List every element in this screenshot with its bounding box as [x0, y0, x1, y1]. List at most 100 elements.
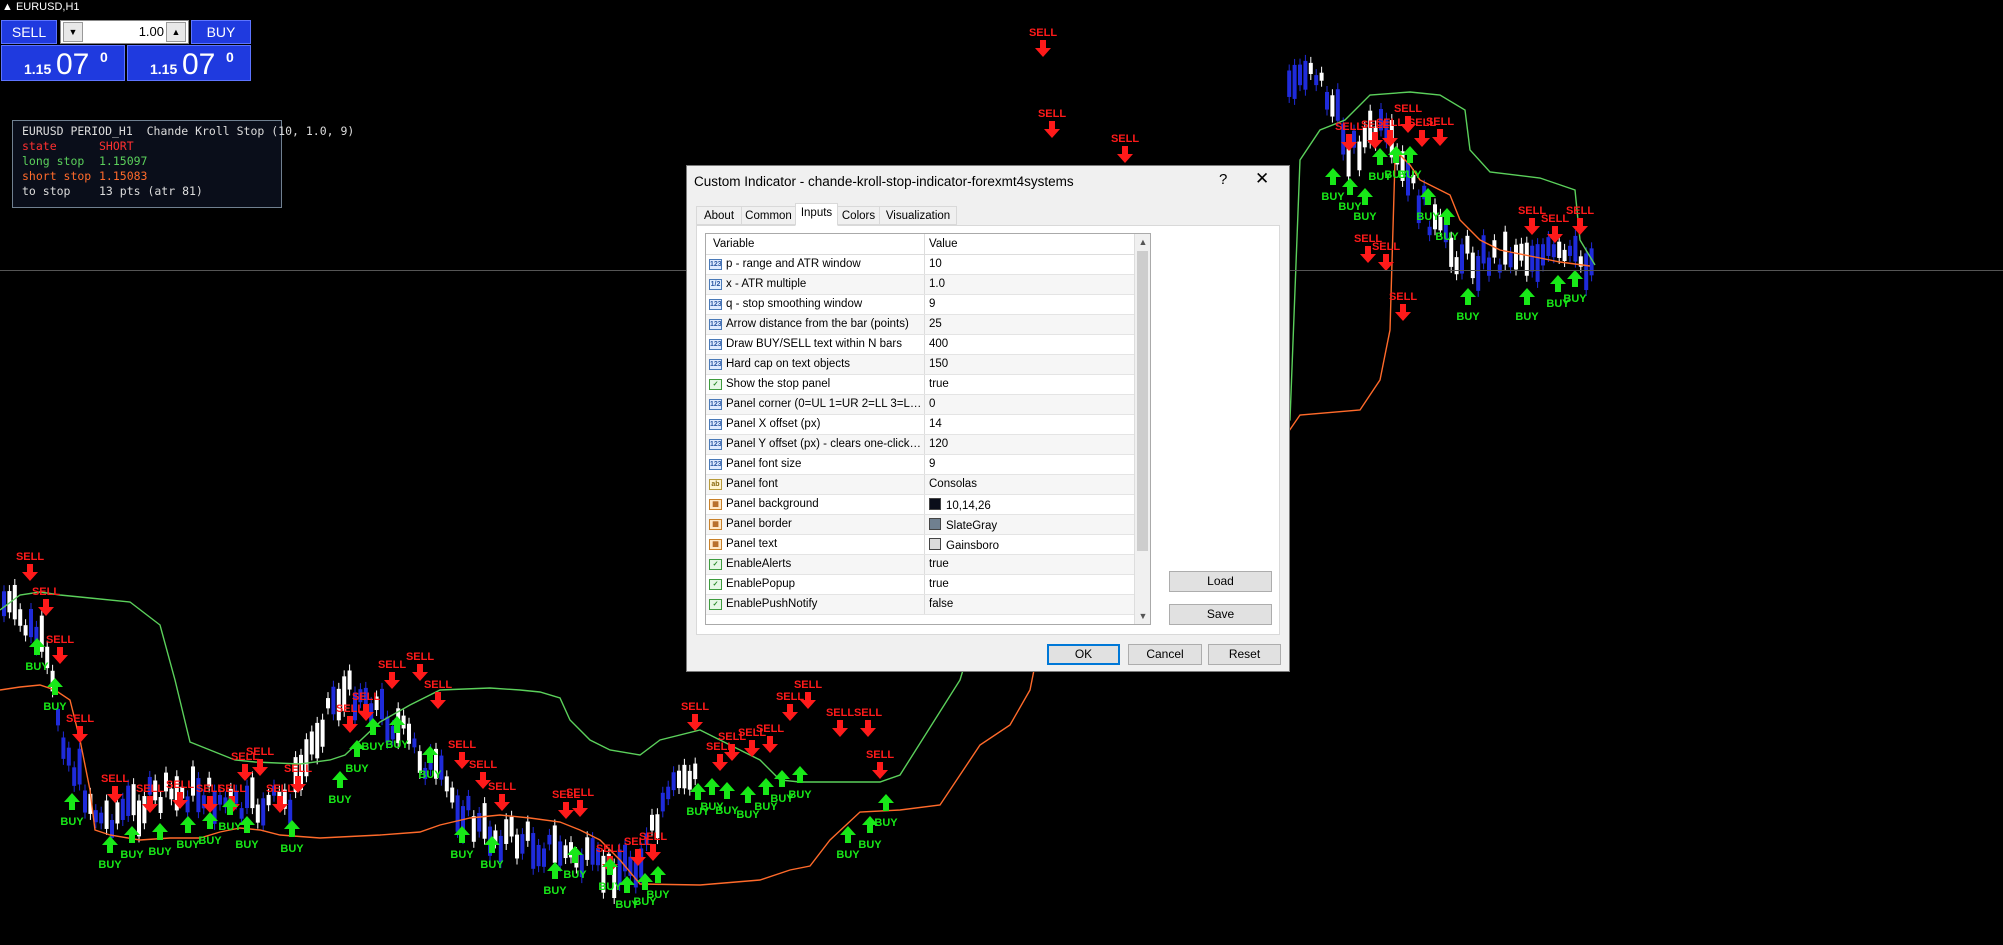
input-row[interactable]: ▦ Panel text Gainsboro — [706, 535, 1134, 555]
input-row[interactable]: 123 q - stop smoothing window 9 — [706, 295, 1134, 315]
candle-body — [326, 698, 330, 709]
column-header-variable[interactable]: Variable — [713, 238, 754, 250]
input-value[interactable]: 10 — [929, 258, 942, 270]
dialog-title: Custom Indicator - chande-kroll-stop-ind… — [694, 174, 1074, 189]
buy-arrow-icon — [1325, 168, 1341, 185]
info-long-row: long stop 1.15097 — [22, 154, 281, 169]
color-swatch[interactable] — [929, 498, 941, 510]
buy-price-display[interactable]: 1.15 07 0 — [127, 45, 251, 81]
lot-size-value[interactable]: 1.00 — [85, 24, 164, 39]
input-value[interactable]: 10,14,26 — [929, 498, 991, 512]
input-row[interactable]: 123 Panel Y offset (px) - clears one-clic… — [706, 435, 1134, 455]
candle-body — [563, 845, 568, 859]
ok-button[interactable]: OK — [1047, 644, 1120, 665]
input-value[interactable]: 0 — [929, 398, 935, 410]
input-row[interactable]: 123 Draw BUY/SELL text within N bars 400 — [706, 335, 1134, 355]
cancel-button[interactable]: Cancel — [1128, 644, 1202, 665]
candle-body — [525, 821, 530, 841]
grid-scrollbar[interactable]: ▲ ▼ — [1134, 234, 1150, 624]
input-value[interactable]: 9 — [929, 298, 935, 310]
chart-collapse-icon[interactable]: ▲ — [2, 1, 13, 13]
save-button[interactable]: Save — [1169, 604, 1272, 625]
input-value[interactable]: 120 — [929, 438, 948, 450]
buy-arrow-icon — [180, 816, 196, 833]
input-value[interactable]: 25 — [929, 318, 942, 330]
input-row[interactable]: ✓ EnableAlerts true — [706, 555, 1134, 575]
input-row[interactable]: ✓ EnablePushNotify false — [706, 595, 1134, 615]
input-row[interactable]: 123 Panel corner (0=UL 1=UR 2=LL 3=LR) 0 — [706, 395, 1134, 415]
buy-label: BUY — [345, 763, 369, 775]
input-row[interactable]: ▦ Panel background 10,14,26 — [706, 495, 1134, 515]
tab-colors[interactable]: Colors — [837, 206, 880, 225]
input-row[interactable]: 123 p - range and ATR window 10 — [706, 255, 1134, 275]
input-variable: EnablePushNotify — [726, 598, 818, 610]
input-value[interactable]: false — [929, 598, 953, 610]
input-value[interactable]: 14 — [929, 418, 942, 430]
sell-button[interactable]: SELL — [1, 20, 57, 44]
lot-increase-icon[interactable]: ▲ — [166, 22, 186, 42]
info-short-label: short stop — [22, 169, 92, 183]
info-state-label: state — [22, 139, 57, 153]
scroll-thumb[interactable] — [1137, 251, 1148, 551]
param-dbl-icon: 1/2 — [709, 279, 722, 290]
color-swatch[interactable] — [929, 518, 941, 530]
tab-about[interactable]: About — [696, 206, 742, 225]
input-row[interactable]: 123 Panel X offset (px) 14 — [706, 415, 1134, 435]
input-row[interactable]: ▦ Panel border SlateGray — [706, 515, 1134, 535]
buy-signal: BUY — [1321, 168, 1345, 203]
input-row[interactable]: ✓ Show the stop panel true — [706, 375, 1134, 395]
column-separator[interactable] — [924, 234, 925, 254]
buy-button[interactable]: BUY — [191, 20, 251, 44]
input-value[interactable]: true — [929, 578, 949, 590]
input-value[interactable]: 150 — [929, 358, 948, 370]
sell-arrow-icon — [494, 794, 510, 811]
buy-signal: BUY — [328, 771, 352, 806]
input-row[interactable]: 123 Panel font size 9 — [706, 455, 1134, 475]
buy-signal: BUY — [98, 836, 122, 871]
lot-size-field[interactable]: ▼ 1.00 ▲ — [60, 20, 189, 44]
info-state-value: SHORT — [99, 139, 134, 153]
param-int-icon: 123 — [709, 339, 722, 350]
input-variable: Panel font — [726, 478, 778, 490]
input-row[interactable]: ab Panel font Consolas — [706, 475, 1134, 495]
sell-signal: SELL — [1389, 291, 1417, 321]
input-value[interactable]: Consolas — [929, 478, 977, 490]
buy-label: BUY — [1398, 169, 1422, 181]
load-button[interactable]: Load — [1169, 571, 1272, 592]
close-icon[interactable]: ✕ — [1255, 169, 1269, 189]
input-row[interactable]: 123 Arrow distance from the bar (points) 2… — [706, 315, 1134, 335]
lot-decrease-icon[interactable]: ▼ — [63, 22, 83, 42]
candle-body — [1314, 75, 1319, 86]
input-value[interactable]: 400 — [929, 338, 948, 350]
tab-visualization[interactable]: Visualization — [879, 206, 957, 225]
scroll-up-icon[interactable]: ▲ — [1135, 234, 1150, 250]
input-value[interactable]: Gainsboro — [929, 538, 999, 552]
candle-body — [693, 763, 698, 780]
buy-arrow-icon — [284, 820, 300, 837]
tab-common[interactable]: Common — [741, 206, 796, 225]
input-value[interactable]: SlateGray — [929, 518, 997, 532]
sell-label: SELL — [1426, 116, 1454, 128]
input-value[interactable]: true — [929, 378, 949, 390]
candle-body — [650, 814, 654, 831]
help-icon[interactable]: ? — [1219, 171, 1227, 188]
sell-arrow-icon — [860, 720, 876, 737]
buy-label: BUY — [1416, 211, 1440, 223]
input-value[interactable]: true — [929, 558, 949, 570]
tab-inputs[interactable]: Inputs — [795, 203, 838, 226]
scroll-down-icon[interactable]: ▼ — [1135, 608, 1150, 624]
buy-signal: BUY — [788, 766, 812, 801]
reset-button[interactable]: Reset — [1208, 644, 1281, 665]
input-row[interactable]: 123 Hard cap on text objects 150 — [706, 355, 1134, 375]
input-row[interactable]: ✓ EnablePopup true — [706, 575, 1134, 595]
candle-body — [590, 838, 595, 865]
input-row[interactable]: 1/2 x - ATR multiple 1.0 — [706, 275, 1134, 295]
input-variable: q - stop smoothing window — [726, 298, 863, 310]
column-header-value[interactable]: Value — [929, 238, 958, 250]
input-variable: Draw BUY/SELL text within N bars — [726, 338, 902, 350]
input-value[interactable]: 1.0 — [929, 278, 945, 290]
sell-price-display[interactable]: 1.15 07 0 — [1, 45, 125, 81]
color-swatch[interactable] — [929, 538, 941, 550]
input-value[interactable]: 9 — [929, 458, 935, 470]
input-variable: EnablePopup — [726, 578, 796, 590]
